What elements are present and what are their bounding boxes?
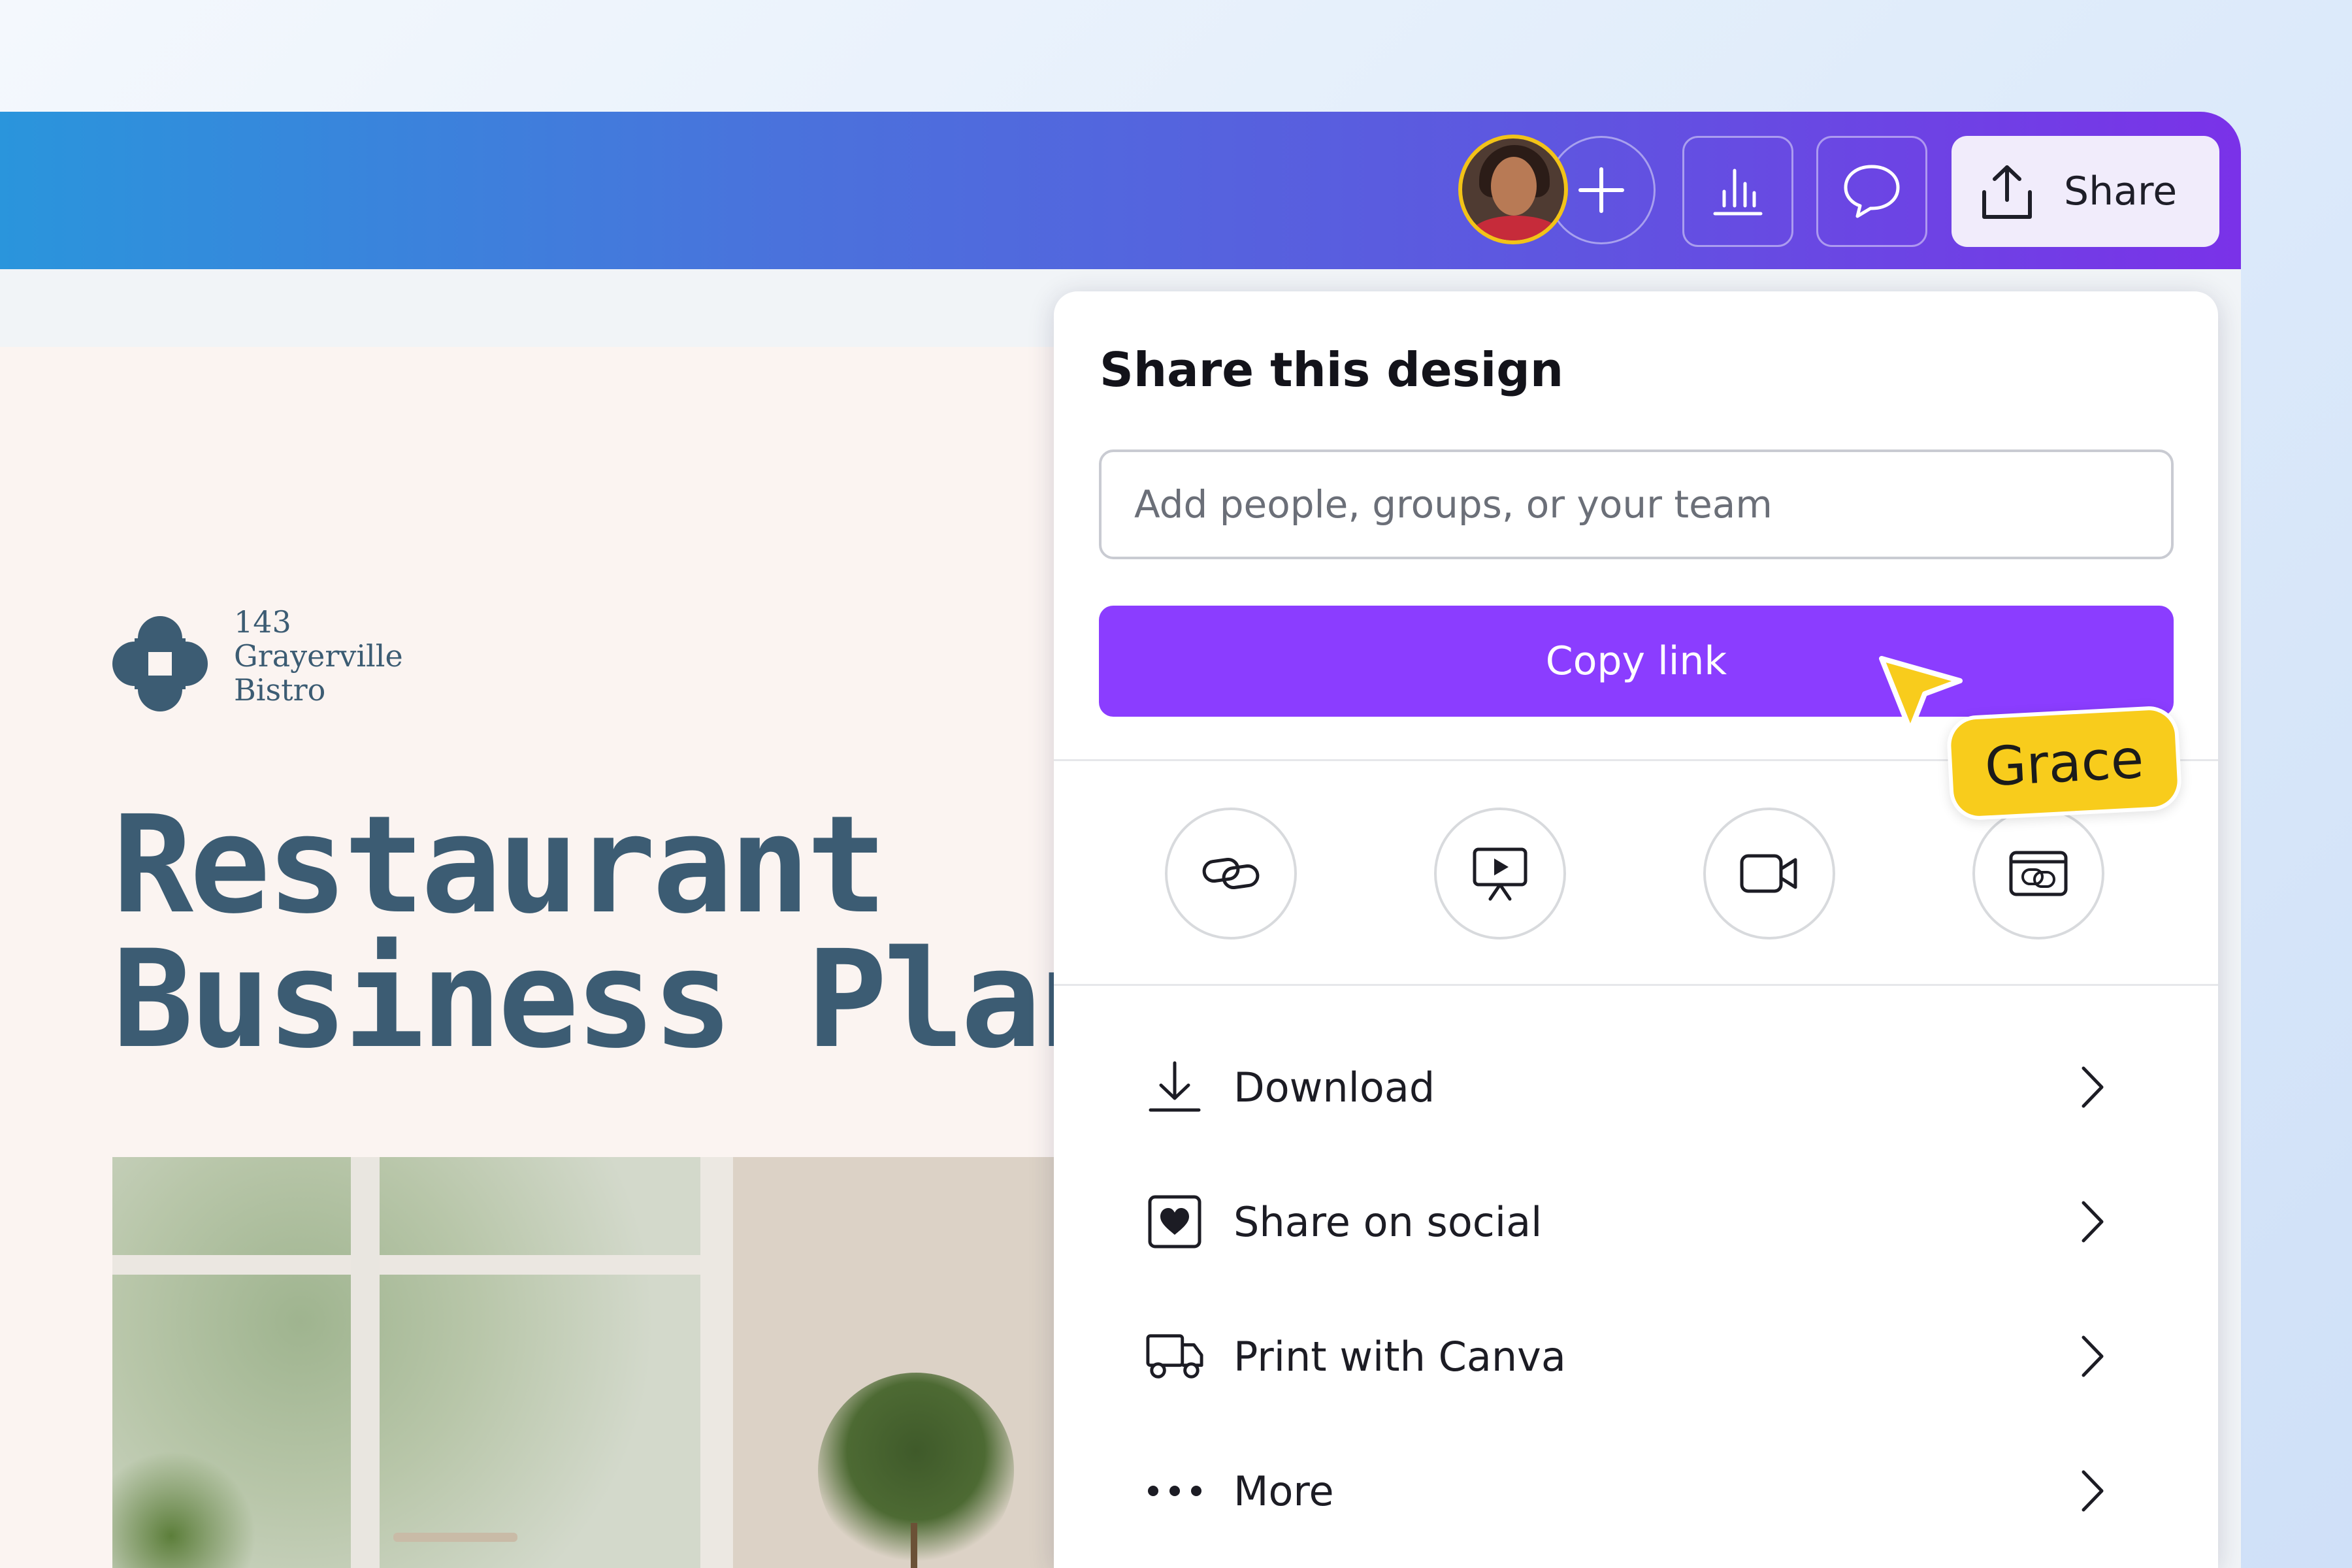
present-icon bbox=[1473, 847, 1527, 901]
comments-button[interactable] bbox=[1816, 136, 1927, 247]
upload-icon bbox=[1982, 165, 2032, 219]
collaborator-avatar[interactable] bbox=[1458, 135, 1568, 244]
chevron-right-icon bbox=[2073, 1462, 2112, 1520]
embed-option[interactable] bbox=[1972, 808, 2104, 939]
bistro-name: 143 Grayerville Bistro bbox=[234, 605, 403, 707]
top-bar: Share bbox=[0, 112, 2241, 269]
menu-item-more[interactable]: More bbox=[1054, 1426, 2218, 1556]
share-panel: Share this design Copy link bbox=[1054, 291, 2218, 1568]
bistro-name-line-3: Bistro bbox=[234, 672, 326, 708]
menu-item-label: Print with Canva bbox=[1233, 1332, 1566, 1380]
video-record-icon bbox=[1740, 854, 1797, 893]
menu-item-label: Download bbox=[1233, 1063, 1435, 1111]
panel-divider-2 bbox=[1054, 984, 2218, 986]
download-icon bbox=[1145, 1058, 1204, 1117]
embed-icon bbox=[2009, 851, 2068, 896]
menu-item-label: More bbox=[1233, 1467, 1334, 1515]
record-video-option[interactable] bbox=[1703, 808, 1835, 939]
menu-item-share-on-social[interactable]: Share on social bbox=[1054, 1156, 2218, 1287]
chevron-right-icon bbox=[2073, 1192, 2112, 1251]
share-button-label: Share bbox=[2064, 169, 2178, 214]
chevron-right-icon bbox=[2073, 1327, 2112, 1386]
headline-line-2: Business Plan bbox=[112, 921, 1119, 1078]
editor-subbar bbox=[0, 269, 1058, 344]
collaborator-name-tag: Grace bbox=[1946, 704, 2183, 822]
insights-button[interactable] bbox=[1682, 136, 1793, 247]
bistro-name-line-2: Grayerville bbox=[234, 638, 403, 674]
present-option[interactable] bbox=[1434, 808, 1566, 939]
share-button[interactable]: Share bbox=[1952, 136, 2219, 247]
menu-item-print-with-canva[interactable]: Print with Canva bbox=[1054, 1291, 2218, 1422]
bar-chart-icon bbox=[1713, 169, 1763, 216]
menu-item-label: Share on social bbox=[1233, 1198, 1543, 1246]
headline-line-1: Restaurant bbox=[112, 787, 887, 943]
link-icon bbox=[1202, 857, 1260, 890]
bistro-logo-icon bbox=[112, 616, 208, 711]
share-link-option[interactable] bbox=[1165, 808, 1297, 939]
truck-icon bbox=[1145, 1327, 1204, 1386]
share-panel-title: Share this design bbox=[1100, 342, 1564, 397]
comment-icon bbox=[1844, 165, 1900, 218]
bistro-name-line-1: 143 bbox=[234, 604, 291, 640]
chevron-right-icon bbox=[2073, 1058, 2112, 1117]
design-headline: Restaurant Business Plan bbox=[112, 787, 1119, 1078]
restaurant-photo bbox=[112, 1157, 1058, 1568]
copy-link-button[interactable]: Copy link bbox=[1099, 606, 2174, 717]
plus-icon bbox=[1578, 167, 1624, 213]
more-dots-icon bbox=[1145, 1462, 1204, 1520]
add-people-input[interactable] bbox=[1099, 449, 2174, 559]
design-canvas[interactable]: 143 Grayerville Bistro Restaurant Busine… bbox=[0, 347, 1119, 1568]
menu-item-download[interactable]: Download bbox=[1054, 1022, 2218, 1152]
social-heart-icon bbox=[1145, 1192, 1204, 1251]
